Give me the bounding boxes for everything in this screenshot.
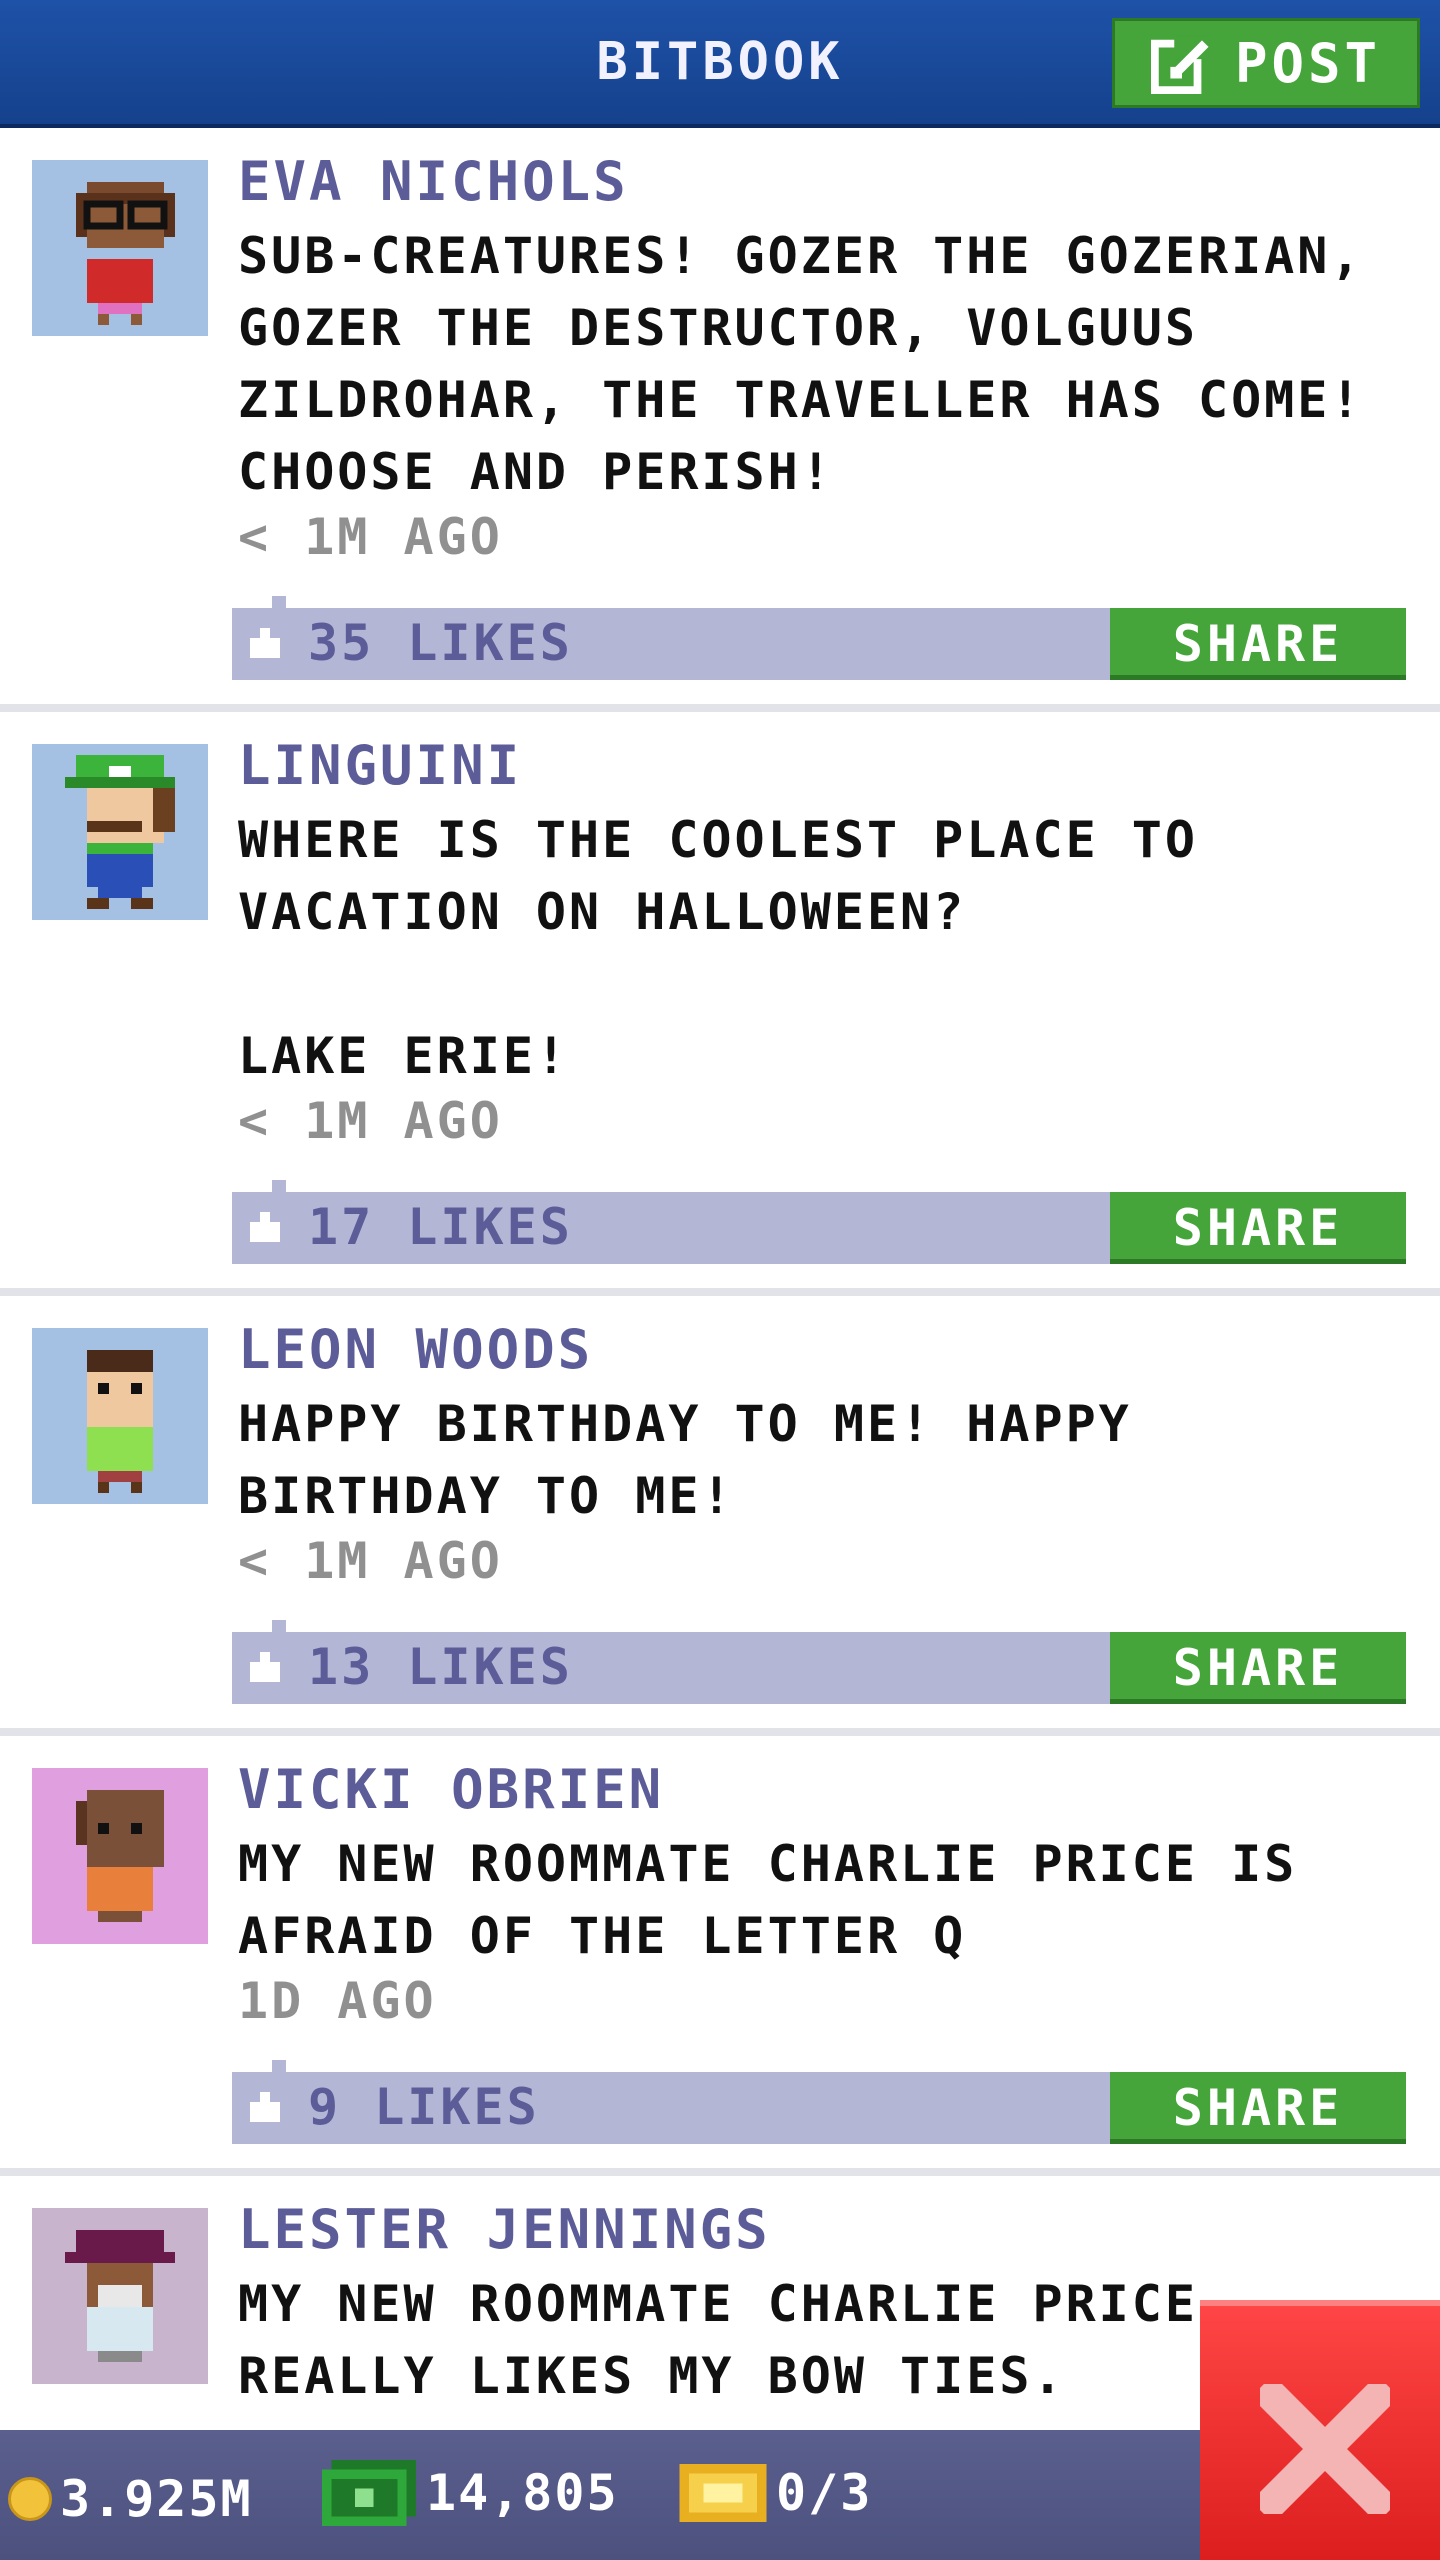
tickets-value: 0/3 <box>776 2464 873 2522</box>
bux-value: 14,805 <box>426 2464 619 2522</box>
edit-icon <box>1150 35 1210 94</box>
feed-post: LINGUINI WHERE IS THE COOLEST PLACE TO V… <box>0 712 1440 1288</box>
bux-icon <box>321 2460 417 2526</box>
avatar-sprite <box>76 1790 164 1922</box>
avatar[interactable] <box>32 2208 208 2384</box>
likes-count[interactable]: 13 LIKES <box>308 1638 573 1696</box>
app-header: BITBOOK POST <box>0 0 1440 128</box>
thumb-icon <box>250 628 280 658</box>
post-author[interactable]: VICKI OBRIEN <box>238 1758 664 1821</box>
post-author[interactable]: LESTER JENNINGS <box>238 2198 771 2261</box>
feed[interactable]: EVA NICHOLS SUB-CREATURES! GOZER THE GOZ… <box>0 128 1440 2430</box>
avatar-sprite <box>76 182 175 325</box>
avatar[interactable] <box>32 1328 208 1504</box>
post-button[interactable]: POST <box>1112 18 1420 108</box>
avatar[interactable] <box>32 160 208 336</box>
post-author[interactable]: LINGUINI <box>238 734 522 797</box>
feed-post: EVA NICHOLS SUB-CREATURES! GOZER THE GOZ… <box>0 128 1440 704</box>
post-text: HAPPY BIRTHDAY TO ME! HAPPY BIRTHDAY TO … <box>238 1395 1132 1525</box>
post-author[interactable]: EVA NICHOLS <box>238 150 629 213</box>
bux-stat[interactable]: 14,805 <box>320 2460 619 2526</box>
coins-stat[interactable]: 3.925M <box>8 2470 253 2528</box>
likes-count[interactable]: 35 LIKES <box>308 614 573 672</box>
share-button[interactable]: SHARE <box>1110 608 1406 680</box>
avatar-sprite <box>65 755 175 909</box>
post-author[interactable]: LEON WOODS <box>238 1318 593 1381</box>
ticket-icon <box>679 2464 767 2522</box>
post-text: SUB-CREATURES! GOZER THE GOZERIAN, GOZER… <box>238 227 1364 501</box>
feed-post: VICKI OBRIEN MY NEW ROOMMATE CHARLIE PRI… <box>0 1736 1440 2168</box>
thumb-icon <box>250 1212 280 1242</box>
likes-bar: 13 LIKES SHARE <box>232 1620 1406 1704</box>
likes-bar: 35 LIKES SHARE <box>232 596 1406 680</box>
post-time: 1D AGO <box>238 1972 437 2030</box>
post-text: WHERE IS THE COOLEST PLACE TO VACATION O… <box>238 811 1198 1085</box>
likes-bar: 17 LIKES SHARE <box>232 1180 1406 1264</box>
share-button[interactable]: SHARE <box>1110 1632 1406 1704</box>
share-button[interactable]: SHARE <box>1110 1192 1406 1264</box>
post-button-label: POST <box>1234 31 1382 95</box>
feed-post: LEON WOODS HAPPY BIRTHDAY TO ME! HAPPY B… <box>0 1296 1440 1728</box>
likes-bar: 9 LIKES SHARE <box>232 2060 1406 2144</box>
tickets-stat[interactable]: 0/3 <box>678 2464 872 2522</box>
coin-icon <box>8 2477 52 2521</box>
post-time: < 1M AGO <box>238 1532 503 1590</box>
post-time: < 1M AGO <box>238 1092 503 1150</box>
avatar-sprite <box>65 2230 175 2362</box>
likes-count[interactable]: 9 LIKES <box>308 2078 540 2136</box>
close-icon <box>1260 2384 1390 2514</box>
thumb-icon <box>250 1652 280 1682</box>
post-time: < 1M AGO <box>238 508 503 566</box>
coins-value: 3.925M <box>60 2470 253 2528</box>
likes-count[interactable]: 17 LIKES <box>308 1198 573 1256</box>
avatar[interactable] <box>32 744 208 920</box>
close-button[interactable] <box>1200 2300 1440 2560</box>
thumb-icon <box>250 2092 280 2122</box>
share-button[interactable]: SHARE <box>1110 2072 1406 2144</box>
post-text: MY NEW ROOMMATE CHARLIE PRICE IS AFRAID … <box>238 1835 1298 1965</box>
avatar[interactable] <box>32 1768 208 1944</box>
avatar-sprite <box>87 1350 153 1493</box>
